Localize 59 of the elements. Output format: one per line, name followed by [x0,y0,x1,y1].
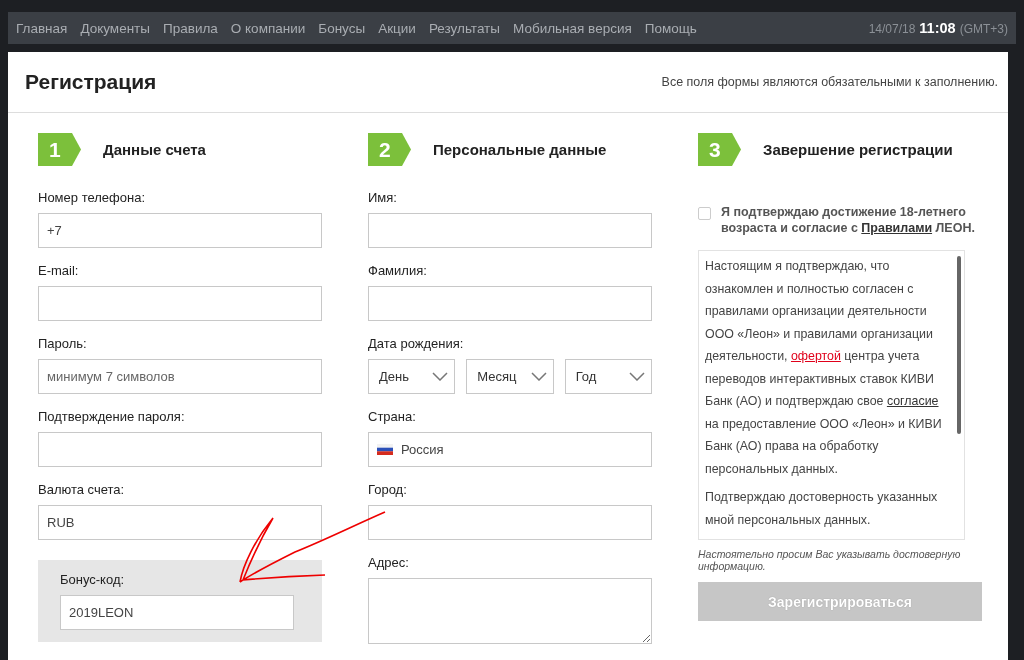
nav-link[interactable]: Результаты [428,20,500,36]
step-number: 3 [698,133,741,166]
input-field[interactable]: +7 [38,213,322,248]
hint-text: Настоятельно просим Вас указывать достоверную информацию. [698,548,962,572]
time-text: 11:08 [919,20,956,36]
date-text: 14/07/18 [868,22,916,36]
nav-link[interactable]: Мобильная версия [513,20,632,36]
field-label: Бонус-код: [60,572,126,587]
address-field[interactable] [368,578,652,644]
nav-link[interactable]: Помощь [644,20,697,36]
input-field[interactable]: минимум 7 символов [38,359,322,394]
scrollbar-thumb[interactable] [957,256,961,434]
offer-link[interactable]: офертой [790,349,841,363]
checkbox[interactable] [698,207,711,220]
input-field[interactable] [38,432,322,467]
nav-link[interactable]: Документы [80,20,150,36]
consent-link[interactable]: согласие [886,394,939,408]
required-note: Все поля формы являются обязательными к заполнению. [661,75,998,89]
input-field[interactable] [368,286,652,321]
nav-link[interactable]: Акции [378,20,416,36]
field-label: Номер телефона: [38,190,146,205]
page-title: Регистрация [25,70,157,94]
age-confirmation-text: Я подтверждаю достижение 18-летнего возраста и согласие с Правилами ЛЕОН. [721,204,976,236]
field-label: Валюта счета: [38,482,126,497]
field-label: Дата рождения: [368,336,465,351]
input-field[interactable] [38,286,322,321]
caret-icon [432,372,449,381]
field-label: Город: [368,482,408,497]
date-select[interactable]: Год [564,359,652,394]
field-label: Имя: [368,190,398,205]
bonus-code-field[interactable]: 2019LEON [60,595,294,630]
agreement-paragraph: Подтверждаю достоверность указанных мной персональных данных. [705,489,939,529]
step-title: Завершение регистрации [763,141,953,158]
flag-icon [377,444,393,455]
field-label: Страна: [368,409,417,424]
field-label: Адрес: [368,555,410,570]
input-field[interactable] [368,213,652,248]
field-label: Фамилия: [368,263,428,278]
caret-icon [530,372,547,381]
caret-icon [629,372,645,381]
step-title: Персональные данные [433,141,607,158]
step-title: Данные счета [103,141,206,158]
country-select[interactable]: Россия [368,432,652,467]
nav-link[interactable]: Правила [163,20,218,36]
field-label: Подтверждение пароля: [38,409,186,424]
agreement-paragraph: Настоящим я подтверждаю, что ознакомлен и полностью согласен с правилами организации деятельности ООО «Леон» и правилами организации деятельности, офертой центра учета переводов интерактивных ставок КИВИ Банк (АО) и подтверждаю свое согласие на предоставление ООО «Леон» и КИВИ Банк (АО) права на обработку персональных данных. [705,258,943,478]
nav-link[interactable]: О компании [230,20,306,36]
nav-link[interactable]: Бонусы [318,20,366,36]
nav-link[interactable]: Главная [16,20,68,36]
rules-link[interactable]: Правилами [861,221,933,235]
input-field[interactable] [368,505,652,540]
step-number: 2 [368,133,411,166]
input-field[interactable]: RUB [38,505,322,540]
date-select[interactable]: Месяц [466,359,554,394]
field-label: Пароль: [38,336,88,351]
timezone-text: (GMT+3) [959,22,1008,36]
step-number: 1 [38,133,81,166]
field-label: E-mail: [38,263,80,278]
date-select[interactable]: День [368,359,456,394]
